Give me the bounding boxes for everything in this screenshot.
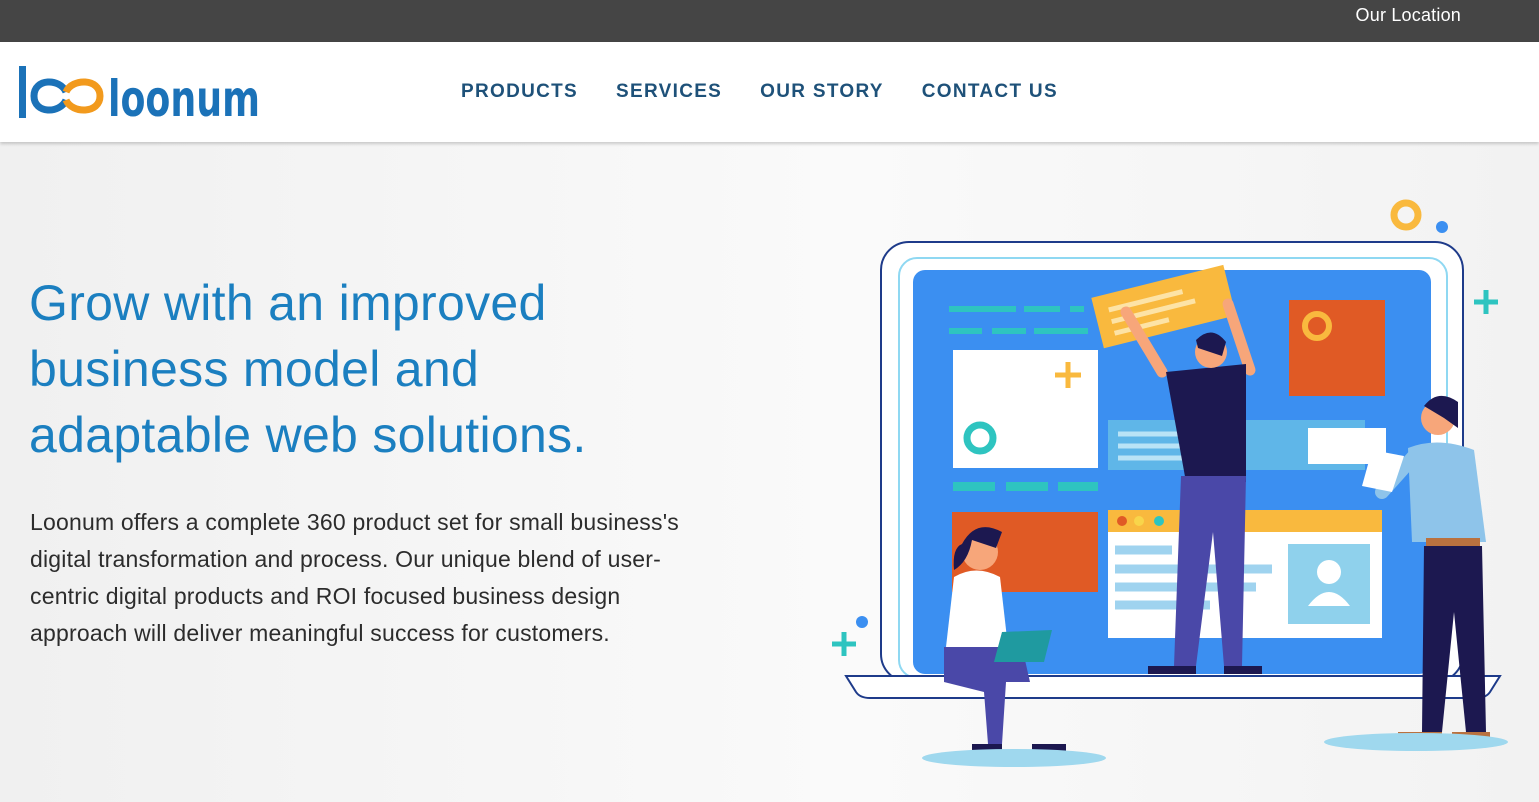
primary-nav: PRODUCTS SERVICES OUR STORY CONTACT US [461, 81, 1058, 103]
hero-illustration [832, 199, 1508, 767]
nav-contact-us[interactable]: CONTACT US [922, 81, 1058, 103]
headline-line-1: Grow with an improved [29, 275, 547, 331]
headline-line-2: business model and [29, 341, 480, 397]
nav-products[interactable]: PRODUCTS [461, 81, 578, 103]
hero-description: Loonum offers a complete 360 product set… [30, 509, 680, 646]
ring-decoration-icon [1390, 199, 1422, 231]
our-location-link[interactable]: Our Location [1356, 5, 1461, 26]
headline-line-3: adaptable web solutions. [29, 407, 587, 463]
top-bar: Our Location [0, 0, 1539, 42]
logo-wordmark: loonum [108, 70, 260, 124]
plus-decoration-icon [832, 632, 856, 656]
screen-card [1289, 300, 1385, 396]
hero-headline: Grow with an improved business model and… [29, 270, 749, 468]
nav-our-story[interactable]: OUR STORY [760, 81, 884, 103]
dot-decoration-icon [856, 616, 868, 628]
nav-services[interactable]: SERVICES [616, 81, 722, 103]
loonum-logo[interactable]: loonum [16, 62, 266, 124]
plus-decoration-icon [1474, 290, 1498, 314]
main-navbar: loonum PRODUCTS SERVICES OUR STORY CONTA… [0, 42, 1539, 142]
dot-decoration-icon [1436, 221, 1448, 233]
